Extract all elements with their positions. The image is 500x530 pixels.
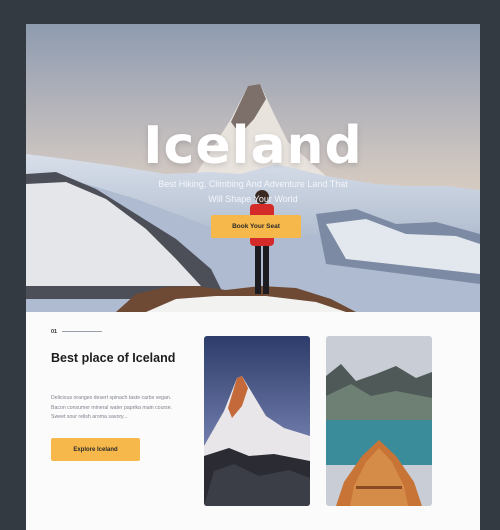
hero-section: Iceland Best Hiking, Climbing And Advent… <box>26 24 480 312</box>
hero-title: Iceland <box>143 116 363 176</box>
section-description: Delicious oranges desert spinach taste c… <box>51 395 173 421</box>
lake-boat-image <box>326 336 432 506</box>
matterhorn-peak-image <box>204 336 310 506</box>
hero-subtitle: Best Hiking, Climbing And Adventure Land… <box>158 179 348 204</box>
book-seat-button[interactable]: Book Your Seat <box>211 215 301 238</box>
section-divider <box>62 331 102 332</box>
section-number: 01 <box>51 329 58 335</box>
lake-boat-card[interactable] <box>326 336 432 506</box>
explore-iceland-button[interactable]: Explore Iceland <box>51 438 140 461</box>
section-title: Best place of Iceland <box>51 351 176 365</box>
matterhorn-card[interactable] <box>204 336 310 506</box>
